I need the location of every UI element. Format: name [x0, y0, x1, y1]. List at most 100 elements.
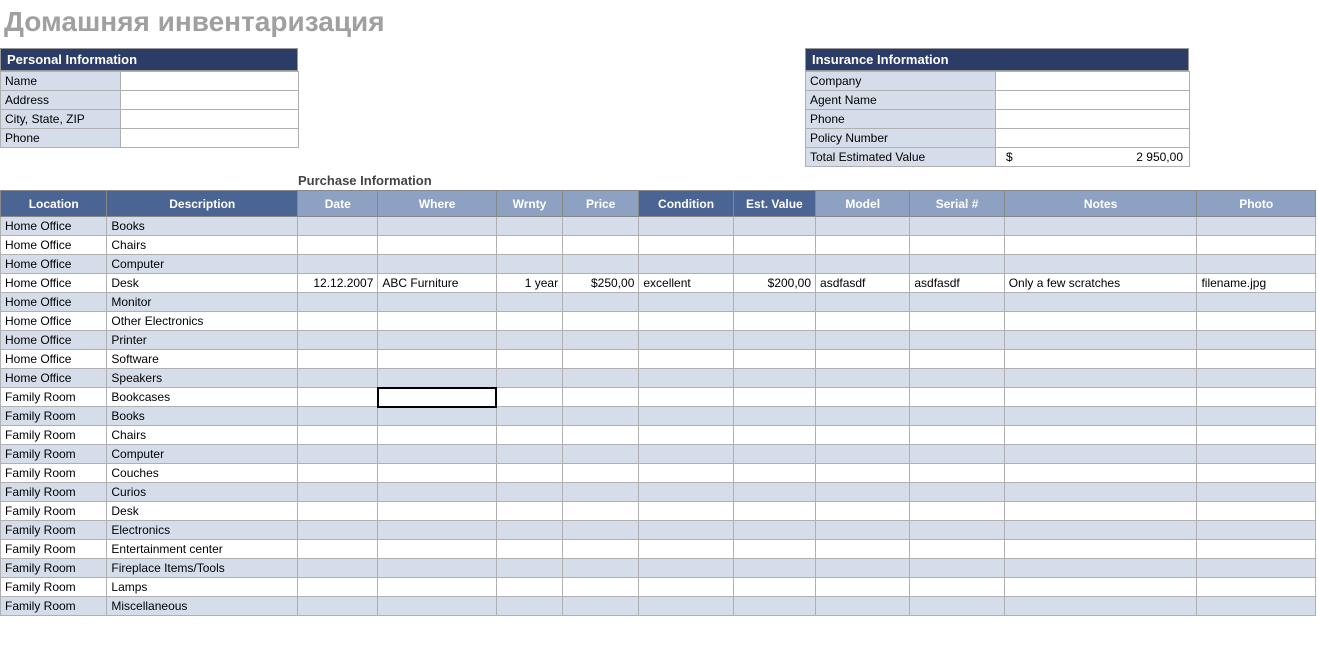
cell-photo[interactable]	[1197, 388, 1316, 407]
cell-price[interactable]	[563, 540, 639, 559]
col-price[interactable]: Price	[563, 191, 639, 217]
cell-price[interactable]	[563, 464, 639, 483]
col-serial[interactable]: Serial #	[910, 191, 1004, 217]
cell-notes[interactable]	[1004, 388, 1197, 407]
cell-serial[interactable]	[910, 350, 1004, 369]
cell-estvalue[interactable]	[733, 407, 815, 426]
cell-price[interactable]	[563, 255, 639, 274]
cell-estvalue[interactable]	[733, 331, 815, 350]
cell-condition[interactable]	[639, 464, 733, 483]
col-date[interactable]: Date	[298, 191, 378, 217]
cell-description[interactable]: Fireplace Items/Tools	[107, 559, 298, 578]
cell-model[interactable]	[816, 540, 910, 559]
cell-estvalue[interactable]	[733, 502, 815, 521]
cell-estvalue[interactable]	[733, 445, 815, 464]
cell-serial[interactable]	[910, 559, 1004, 578]
cell-model[interactable]	[816, 559, 910, 578]
cell-description[interactable]: Computer	[107, 255, 298, 274]
cell-where[interactable]	[378, 388, 496, 407]
cell-notes[interactable]	[1004, 236, 1197, 255]
value-phone[interactable]	[121, 129, 299, 148]
cell-where[interactable]	[378, 293, 496, 312]
cell-where[interactable]	[378, 217, 496, 236]
cell-where[interactable]	[378, 350, 496, 369]
cell-estvalue[interactable]	[733, 236, 815, 255]
cell-model[interactable]	[816, 502, 910, 521]
cell-date[interactable]	[298, 426, 378, 445]
cell-serial[interactable]	[910, 521, 1004, 540]
cell-where[interactable]	[378, 369, 496, 388]
cell-date[interactable]	[298, 350, 378, 369]
cell-price[interactable]	[563, 293, 639, 312]
col-wrnty[interactable]: Wrnty	[496, 191, 562, 217]
cell-location[interactable]: Home Office	[1, 369, 107, 388]
cell-wrnty[interactable]	[496, 255, 562, 274]
value-policy[interactable]	[996, 129, 1190, 148]
cell-serial[interactable]	[910, 236, 1004, 255]
cell-description[interactable]: Electronics	[107, 521, 298, 540]
cell-wrnty[interactable]	[496, 369, 562, 388]
cell-model[interactable]	[816, 350, 910, 369]
cell-serial[interactable]	[910, 388, 1004, 407]
cell-photo[interactable]	[1197, 255, 1316, 274]
cell-notes[interactable]	[1004, 521, 1197, 540]
cell-location[interactable]: Family Room	[1, 521, 107, 540]
cell-location[interactable]: Family Room	[1, 388, 107, 407]
col-location[interactable]: Location	[1, 191, 107, 217]
cell-model[interactable]	[816, 388, 910, 407]
inventory-table[interactable]: Location Description Date Where Wrnty Pr…	[0, 190, 1316, 616]
cell-date[interactable]	[298, 236, 378, 255]
cell-photo[interactable]	[1197, 445, 1316, 464]
cell-photo[interactable]	[1197, 293, 1316, 312]
cell-serial[interactable]	[910, 502, 1004, 521]
cell-estvalue[interactable]	[733, 312, 815, 331]
value-ins-phone[interactable]	[996, 110, 1190, 129]
cell-notes[interactable]	[1004, 217, 1197, 236]
cell-description[interactable]: Books	[107, 217, 298, 236]
cell-condition[interactable]: excellent	[639, 274, 733, 293]
cell-wrnty[interactable]	[496, 350, 562, 369]
cell-estvalue[interactable]	[733, 388, 815, 407]
col-description[interactable]: Description	[107, 191, 298, 217]
cell-wrnty[interactable]	[496, 236, 562, 255]
cell-wrnty[interactable]	[496, 388, 562, 407]
cell-date[interactable]	[298, 578, 378, 597]
cell-estvalue[interactable]: $200,00	[733, 274, 815, 293]
cell-condition[interactable]	[639, 236, 733, 255]
cell-photo[interactable]	[1197, 559, 1316, 578]
cell-photo[interactable]	[1197, 540, 1316, 559]
col-condition[interactable]: Condition	[639, 191, 733, 217]
cell-description[interactable]: Couches	[107, 464, 298, 483]
cell-model[interactable]	[816, 293, 910, 312]
cell-model[interactable]	[816, 407, 910, 426]
cell-notes[interactable]	[1004, 559, 1197, 578]
cell-where[interactable]	[378, 407, 496, 426]
cell-date[interactable]	[298, 293, 378, 312]
cell-price[interactable]	[563, 559, 639, 578]
cell-notes[interactable]	[1004, 445, 1197, 464]
cell-wrnty[interactable]	[496, 426, 562, 445]
cell-wrnty[interactable]	[496, 521, 562, 540]
cell-where[interactable]	[378, 426, 496, 445]
cell-where[interactable]	[378, 312, 496, 331]
cell-estvalue[interactable]	[733, 464, 815, 483]
cell-serial[interactable]	[910, 312, 1004, 331]
col-notes[interactable]: Notes	[1004, 191, 1197, 217]
cell-estvalue[interactable]	[733, 521, 815, 540]
cell-serial[interactable]	[910, 464, 1004, 483]
cell-model[interactable]	[816, 521, 910, 540]
cell-serial[interactable]	[910, 369, 1004, 388]
cell-price[interactable]	[563, 483, 639, 502]
cell-condition[interactable]	[639, 483, 733, 502]
cell-location[interactable]: Family Room	[1, 502, 107, 521]
cell-condition[interactable]	[639, 521, 733, 540]
cell-estvalue[interactable]	[733, 483, 815, 502]
cell-price[interactable]	[563, 407, 639, 426]
cell-estvalue[interactable]	[733, 350, 815, 369]
cell-condition[interactable]	[639, 331, 733, 350]
cell-where[interactable]	[378, 464, 496, 483]
cell-date[interactable]	[298, 388, 378, 407]
cell-serial[interactable]	[910, 426, 1004, 445]
cell-notes[interactable]: Only a few scratches	[1004, 274, 1197, 293]
cell-estvalue[interactable]	[733, 559, 815, 578]
